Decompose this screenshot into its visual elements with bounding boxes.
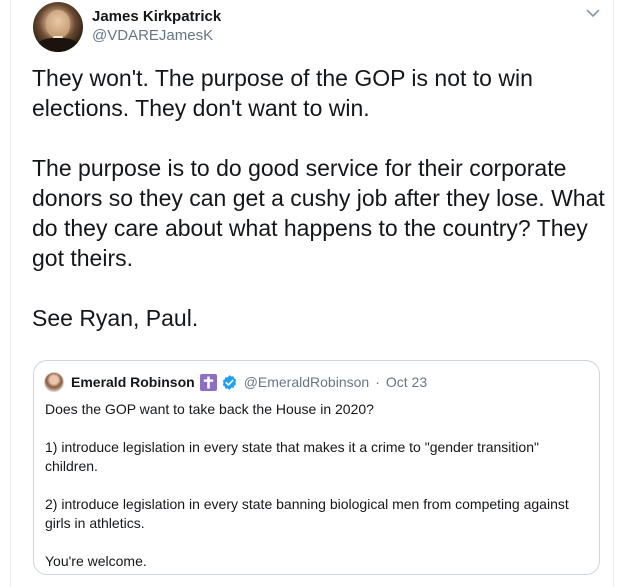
tweet-text: They won't. The purpose of the GOP is no…: [32, 63, 612, 333]
quoted-tweet-header: Emerald Robinson @EmeraldRobinson · Oct …: [71, 372, 427, 392]
tweet-paragraph: The purpose is to do good service for th…: [32, 155, 605, 271]
quoted-paragraph: 1) introduce legislation in every state …: [45, 439, 539, 474]
quoted-tweet[interactable]: Emerald Robinson @EmeraldRobinson · Oct …: [33, 360, 600, 575]
quoted-paragraph: Does the GOP want to take back the House…: [45, 401, 374, 417]
quoted-tweet-date: Oct 23: [385, 374, 428, 390]
quoted-paragraph: 2) introduce legislation in every state …: [45, 496, 569, 531]
author-handle[interactable]: @VDAREJamesK: [92, 27, 213, 44]
avatar-face: [46, 10, 70, 38]
quoted-author-name: Emerald Robinson: [71, 374, 195, 390]
tweet-paragraph: See Ryan, Paul.: [32, 305, 199, 331]
tweet-card: James Kirkpatrick @VDAREJamesK They won'…: [10, 0, 614, 587]
verified-badge-icon: [221, 374, 238, 391]
author-avatar[interactable]: [33, 2, 83, 52]
quoted-tweet-text: Does the GOP want to take back the House…: [45, 400, 590, 571]
author-name[interactable]: James Kirkpatrick: [92, 8, 221, 25]
quoted-paragraph: You're welcome.: [45, 553, 147, 569]
tweet-paragraph: They won't. The purpose of the GOP is no…: [32, 65, 533, 121]
latin-cross-icon: [199, 373, 217, 391]
avatar-coat: [37, 38, 79, 52]
tweet-menu-button[interactable]: [584, 4, 602, 22]
chevron-down-icon: [586, 9, 600, 17]
quoted-author-avatar: [44, 372, 64, 392]
quoted-author-handle: @EmeraldRobinson: [243, 374, 370, 390]
separator-dot: ·: [375, 374, 380, 390]
